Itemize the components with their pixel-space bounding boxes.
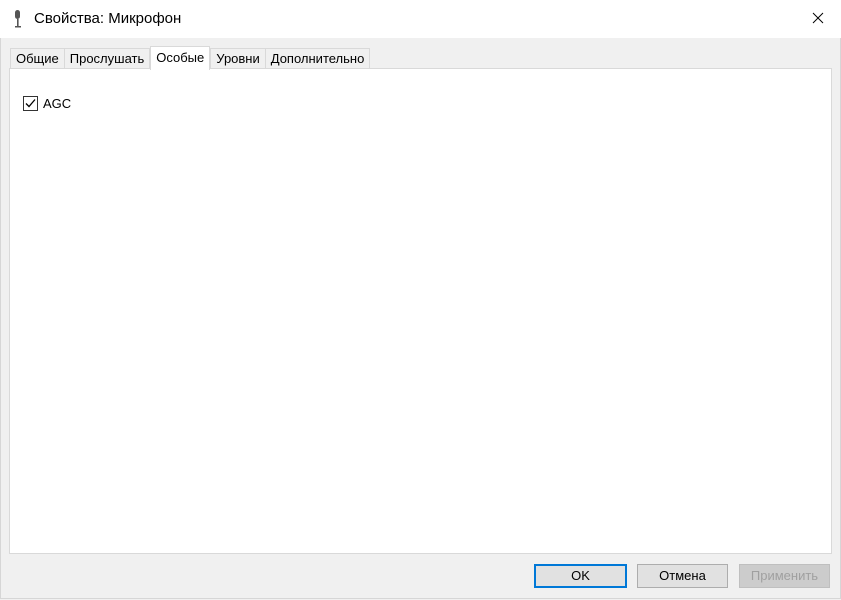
tab-strip: Общие Прослушать Особые Уровни Дополните… bbox=[10, 46, 371, 70]
agc-option[interactable]: AGC bbox=[23, 96, 71, 111]
cancel-button[interactable]: Отмена bbox=[637, 564, 728, 588]
microphone-icon bbox=[12, 9, 24, 29]
close-icon bbox=[812, 12, 824, 27]
tab-general[interactable]: Общие bbox=[10, 48, 65, 69]
apply-button[interactable]: Применить bbox=[739, 564, 830, 588]
tab-levels[interactable]: Уровни bbox=[210, 48, 266, 69]
agc-label: AGC bbox=[43, 96, 72, 111]
agc-checkbox[interactable] bbox=[23, 96, 38, 111]
tab-panel: AGC bbox=[9, 68, 832, 554]
window-title: Свойства: Микрофон bbox=[34, 10, 182, 27]
ok-button[interactable]: OK bbox=[534, 564, 627, 588]
title-bar[interactable]: Свойства: Микрофон bbox=[0, 0, 841, 38]
close-button[interactable] bbox=[795, 0, 841, 38]
tab-advanced[interactable]: Дополнительно bbox=[264, 48, 371, 69]
checkmark-icon bbox=[25, 99, 36, 108]
tab-enhancements[interactable]: Особые bbox=[150, 46, 211, 70]
tab-listen[interactable]: Прослушать bbox=[63, 48, 151, 69]
